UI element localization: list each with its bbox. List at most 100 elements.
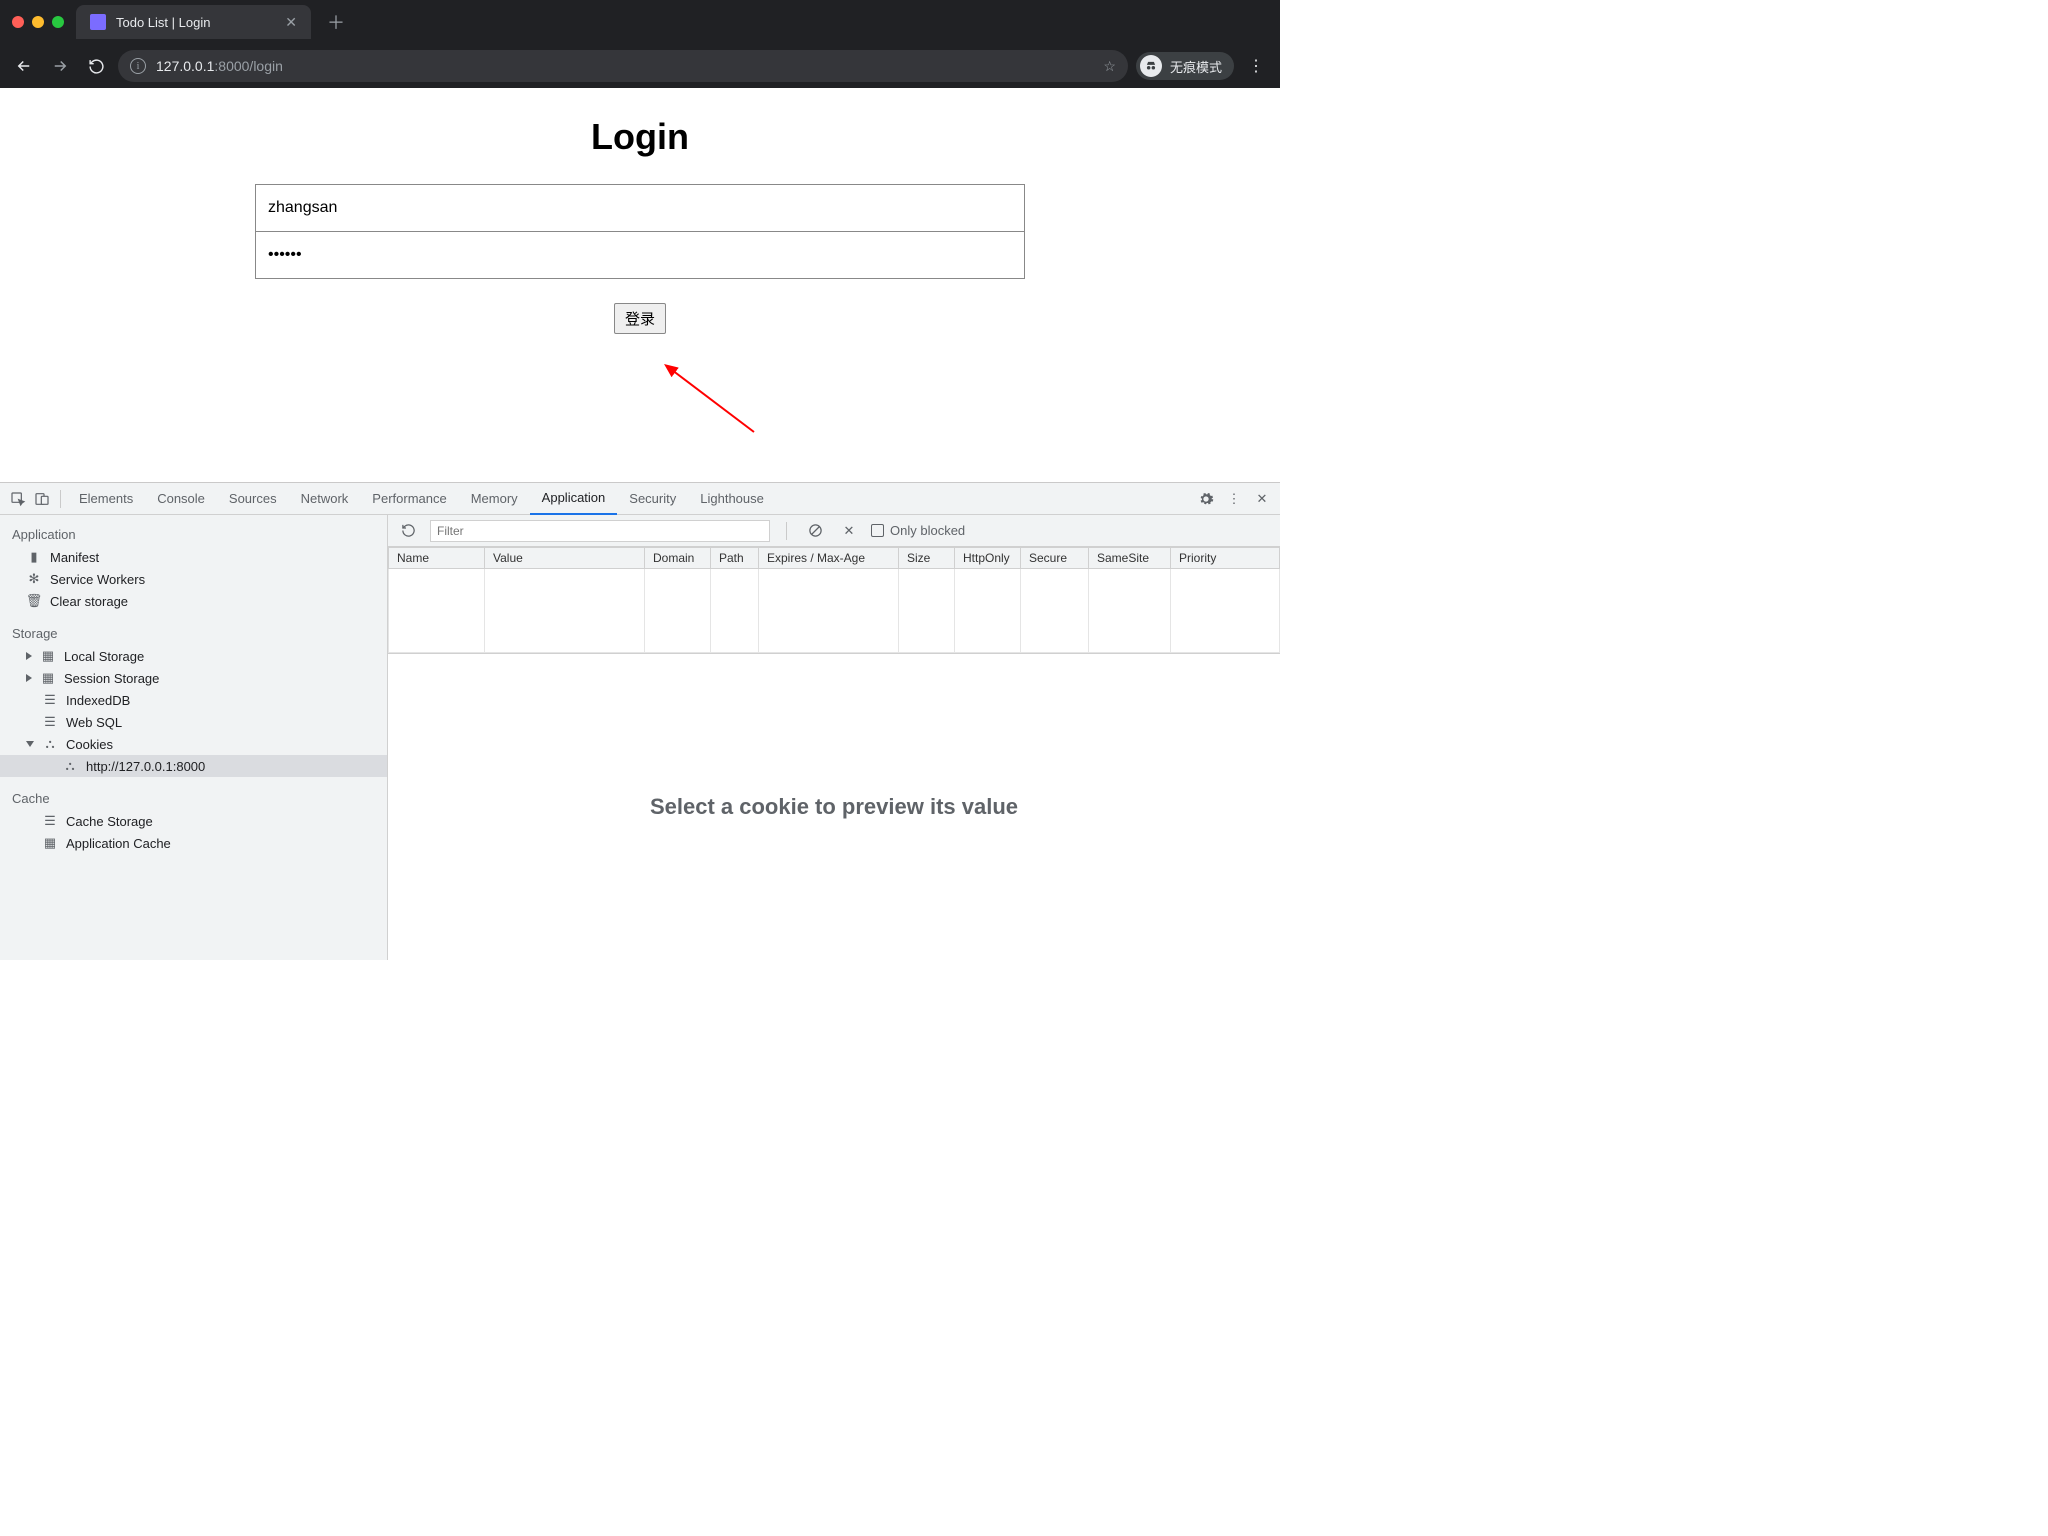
empty-cell (899, 569, 955, 653)
gear-icon: ✻ (26, 571, 42, 587)
devtools-sidebar: Application ▮Manifest ✻Service Workers 🗑… (0, 515, 388, 960)
devtools-tab-memory[interactable]: Memory (459, 483, 530, 515)
cookie-icon: ⛬ (42, 736, 58, 752)
sidebar-group-application: Application (0, 523, 387, 546)
col-domain[interactable]: Domain (645, 548, 711, 569)
window-controls (12, 16, 64, 28)
favicon-icon (90, 14, 106, 30)
incognito-label: 无痕模式 (1170, 57, 1222, 76)
annotation-arrow-1 (664, 362, 764, 442)
document-icon: ▮ (26, 549, 42, 565)
empty-cell (389, 569, 485, 653)
login-button[interactable]: 登录 (614, 303, 666, 334)
sidebar-item-cookies[interactable]: ⛬Cookies (0, 733, 387, 755)
reload-button[interactable] (82, 52, 110, 80)
devtools-tab-performance[interactable]: Performance (360, 483, 458, 515)
clear-all-icon[interactable] (803, 519, 827, 543)
devtools-settings-icon[interactable] (1194, 487, 1218, 511)
devtools-tab-application[interactable]: Application (530, 483, 618, 515)
trash-icon: 🗑 (26, 593, 42, 609)
expand-icon (26, 652, 32, 660)
new-tab-button[interactable]: ＋ (327, 9, 345, 35)
empty-cell (759, 569, 899, 653)
database-icon: ☰ (42, 714, 58, 730)
bookmark-star-icon[interactable]: ☆ (1103, 58, 1116, 75)
empty-cell (1171, 569, 1280, 653)
cookies-toolbar: ✕ Only blocked (388, 515, 1280, 547)
device-toolbar-icon[interactable] (30, 487, 54, 511)
devtools-panel: ElementsConsoleSourcesNetworkPerformance… (0, 482, 1280, 960)
devtools-tab-sources[interactable]: Sources (217, 483, 289, 515)
empty-cell (955, 569, 1021, 653)
database-icon: ☰ (42, 813, 58, 829)
devtools-tab-lighthouse[interactable]: Lighthouse (688, 483, 776, 515)
collapse-icon (26, 741, 34, 747)
empty-cell (1089, 569, 1171, 653)
refresh-icon[interactable] (396, 519, 420, 543)
sidebar-item-cookie-origin[interactable]: ⛬http://127.0.0.1:8000 (0, 755, 387, 777)
sidebar-group-cache: Cache (0, 787, 387, 810)
devtools-main: ✕ Only blocked NameValueDomainPathExpire… (388, 515, 1280, 960)
address-bar[interactable]: i 127.0.0.1:8000/login ☆ (118, 50, 1128, 82)
sidebar-item-cache-storage[interactable]: ☰Cache Storage (0, 810, 387, 832)
empty-cell (645, 569, 711, 653)
col-name[interactable]: Name (389, 548, 485, 569)
url-text: 127.0.0.1:8000/login (156, 58, 283, 74)
checkbox-icon (871, 524, 884, 537)
login-form (255, 184, 1025, 279)
sidebar-item-service-workers[interactable]: ✻Service Workers (0, 568, 387, 590)
devtools-tab-network[interactable]: Network (289, 483, 361, 515)
devtools-tab-console[interactable]: Console (145, 483, 217, 515)
empty-cell (711, 569, 759, 653)
col-httponly[interactable]: HttpOnly (955, 548, 1021, 569)
empty-cell (1021, 569, 1089, 653)
incognito-icon (1140, 55, 1162, 77)
sidebar-item-clear-storage[interactable]: 🗑Clear storage (0, 590, 387, 612)
col-priority[interactable]: Priority (1171, 548, 1280, 569)
devtools-tab-elements[interactable]: Elements (67, 483, 145, 515)
toolbar: i 127.0.0.1:8000/login ☆ 无痕模式 ⋮ (0, 44, 1280, 88)
col-size[interactable]: Size (899, 548, 955, 569)
tab-title: Todo List | Login (116, 15, 210, 30)
browser-chrome: Todo List | Login ✕ ＋ i 127.0.0.1:8000/l… (0, 0, 1280, 88)
username-input[interactable] (256, 185, 1024, 232)
cookies-table[interactable]: NameValueDomainPathExpires / Max-AgeSize… (388, 547, 1280, 653)
page-heading: Login (0, 116, 1280, 158)
sidebar-item-manifest[interactable]: ▮Manifest (0, 546, 387, 568)
devtools-more-icon[interactable]: ⋮ (1222, 487, 1246, 511)
minimize-window-button[interactable] (32, 16, 44, 28)
col-expires-max-age[interactable]: Expires / Max-Age (759, 548, 899, 569)
browser-menu-button[interactable]: ⋮ (1242, 52, 1270, 80)
delete-selected-icon[interactable]: ✕ (837, 519, 861, 543)
storage-icon: ▦ (40, 648, 56, 664)
close-window-button[interactable] (12, 16, 24, 28)
col-secure[interactable]: Secure (1021, 548, 1089, 569)
password-input[interactable] (256, 232, 1024, 278)
close-tab-button[interactable]: ✕ (285, 14, 297, 31)
sidebar-group-storage: Storage (0, 622, 387, 645)
devtools-tab-security[interactable]: Security (617, 483, 688, 515)
filter-input[interactable] (430, 520, 770, 542)
back-button[interactable] (10, 52, 38, 80)
cookie-preview-empty: Select a cookie to preview its value (388, 654, 1280, 960)
sidebar-item-application-cache[interactable]: ▦Application Cache (0, 832, 387, 854)
only-blocked-checkbox[interactable]: Only blocked (871, 523, 965, 538)
maximize-window-button[interactable] (52, 16, 64, 28)
inspect-element-icon[interactable] (6, 487, 30, 511)
sidebar-item-indexeddb[interactable]: ☰IndexedDB (0, 689, 387, 711)
col-samesite[interactable]: SameSite (1089, 548, 1171, 569)
incognito-indicator[interactable]: 无痕模式 (1136, 52, 1234, 80)
browser-tab[interactable]: Todo List | Login ✕ (76, 5, 311, 39)
sidebar-item-session-storage[interactable]: ▦Session Storage (0, 667, 387, 689)
expand-icon (26, 674, 32, 682)
cookie-icon: ⛬ (62, 758, 78, 774)
forward-button[interactable] (46, 52, 74, 80)
col-value[interactable]: Value (485, 548, 645, 569)
sidebar-item-local-storage[interactable]: ▦Local Storage (0, 645, 387, 667)
col-path[interactable]: Path (711, 548, 759, 569)
site-info-icon[interactable]: i (130, 58, 146, 74)
devtools-close-icon[interactable]: ✕ (1250, 487, 1274, 511)
sidebar-item-websql[interactable]: ☰Web SQL (0, 711, 387, 733)
database-icon: ☰ (42, 692, 58, 708)
storage-icon: ▦ (42, 835, 58, 851)
